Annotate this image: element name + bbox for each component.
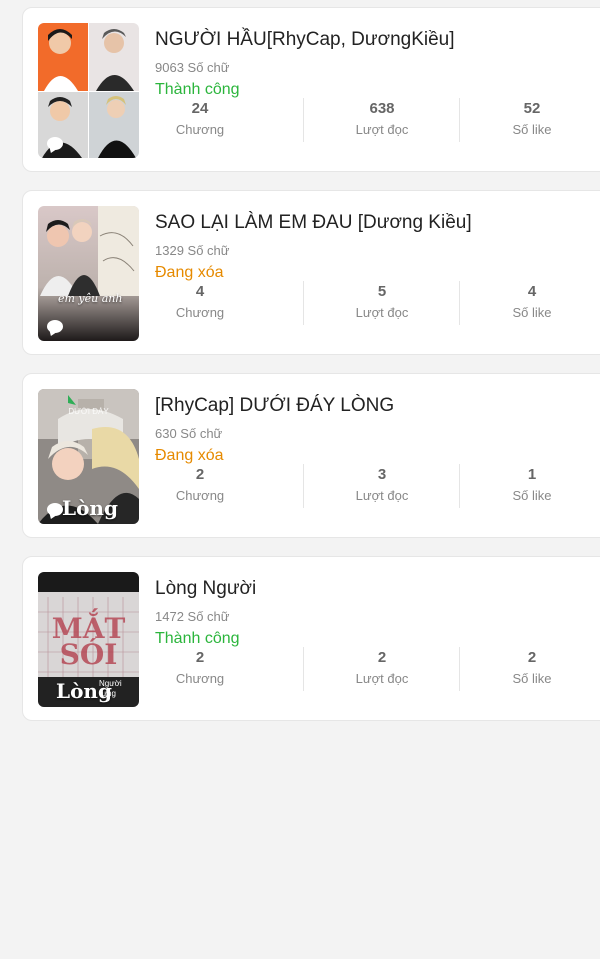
stat-value: 2 [195, 649, 205, 666]
stat-label: Số like [512, 305, 552, 320]
story-title[interactable]: [RhyCap] DƯỚI ĐÁY LÒNG [155, 395, 394, 417]
story-stats: 24 Chương 638 Lượt đọc 52 Số like [155, 98, 600, 142]
stat-likes: 52 Số like [457, 98, 600, 140]
stat-divider [303, 464, 304, 508]
word-count: 1472 Số chữ [155, 609, 230, 624]
story-cover-image[interactable]: DƯỚI ĐÁY Lòng [38, 389, 139, 524]
stat-chapters: 2 Chương [125, 464, 275, 506]
stat-value: 3 [377, 466, 387, 483]
cover-big-text: MẮT SÓI [51, 612, 126, 671]
stat-value: 1 [527, 466, 537, 483]
stat-value: 2 [377, 649, 387, 666]
cover-text: Lòng [62, 496, 118, 520]
story-cover-image[interactable]: MẮT SÓI Lòng Người rưng [38, 572, 139, 707]
story-stats: 4 Chương 5 Lượt đọc 4 Số like [155, 281, 600, 325]
stat-likes: 4 Số like [457, 281, 600, 323]
stat-likes: 2 Số like [457, 647, 600, 689]
status-label: Thành công [155, 630, 240, 647]
word-count: 9063 Số chữ [155, 60, 230, 75]
story-card[interactable]: em yêu anh SAO LẠI LÀM EM ĐAU [Dương Kiề… [22, 190, 600, 355]
stat-reads: 3 Lượt đọc [307, 464, 457, 506]
stat-label: Chương [175, 122, 225, 137]
stat-label: Lượt đọc [355, 488, 409, 503]
story-stats: 2 Chương 2 Lượt đọc 2 Số like [155, 647, 600, 691]
stat-value: 4 [527, 283, 537, 300]
stat-value: 52 [523, 100, 541, 117]
story-list: NGƯỜI HẦU[RhyCap, DươngKiều] 9063 Số chữ… [0, 0, 600, 721]
stat-divider [303, 281, 304, 325]
status-label: Đang xóa [155, 264, 224, 281]
stat-chapters: 2 Chương [125, 647, 275, 689]
stat-label: Số like [512, 488, 552, 503]
stat-divider [303, 98, 304, 142]
stat-divider [303, 647, 304, 691]
story-card[interactable]: MẮT SÓI Lòng Người rưng Lòng Người 1472 … [22, 556, 600, 721]
stat-value: 2 [195, 466, 205, 483]
story-cover-image[interactable]: em yêu anh [38, 206, 139, 341]
stat-chapters: 4 Chương [125, 281, 275, 323]
comment-bubble-icon [47, 137, 63, 150]
stat-label: Lượt đọc [355, 305, 409, 320]
stat-reads: 2 Lượt đọc [307, 647, 457, 689]
stat-label: Lượt đọc [355, 671, 409, 686]
stat-label: Số like [512, 671, 552, 686]
story-title[interactable]: Lòng Người [155, 578, 256, 600]
stat-reads: 638 Lượt đọc [307, 98, 457, 140]
story-title[interactable]: NGƯỜI HẦU[RhyCap, DươngKiều] [155, 29, 455, 51]
stat-value: 638 [369, 100, 395, 117]
stat-label: Lượt đọc [355, 122, 409, 137]
stat-likes: 1 Số like [457, 464, 600, 506]
stat-label: Số like [512, 122, 552, 137]
stat-chapters: 24 Chương [125, 98, 275, 140]
status-label: Thành công [155, 81, 240, 98]
stat-value: 24 [191, 100, 209, 117]
word-count: 1329 Số chữ [155, 243, 230, 258]
stat-label: Chương [175, 305, 225, 320]
stat-value: 4 [195, 283, 205, 300]
story-cover-image[interactable] [38, 23, 139, 158]
stat-label: Chương [175, 488, 225, 503]
cover-text: em yêu anh [58, 292, 123, 305]
story-card[interactable]: DƯỚI ĐÁY Lòng [RhyCap] DƯỚI ĐÁY LÒNG 630… [22, 373, 600, 538]
stat-label: Chương [175, 671, 225, 686]
story-card[interactable]: NGƯỜI HẦU[RhyCap, DươngKiều] 9063 Số chữ… [22, 7, 600, 172]
word-count: 630 Số chữ [155, 426, 223, 441]
story-title[interactable]: SAO LẠI LÀM EM ĐAU [Dương Kiều] [155, 212, 472, 234]
stat-reads: 5 Lượt đọc [307, 281, 457, 323]
story-stats: 2 Chương 3 Lượt đọc 1 Số like [155, 464, 600, 508]
cover-top-text: DƯỚI ĐÁY [68, 407, 109, 416]
status-label: Đang xóa [155, 447, 224, 464]
comment-bubble-icon [47, 320, 63, 333]
stat-value: 2 [527, 649, 537, 666]
stat-value: 5 [377, 283, 387, 300]
